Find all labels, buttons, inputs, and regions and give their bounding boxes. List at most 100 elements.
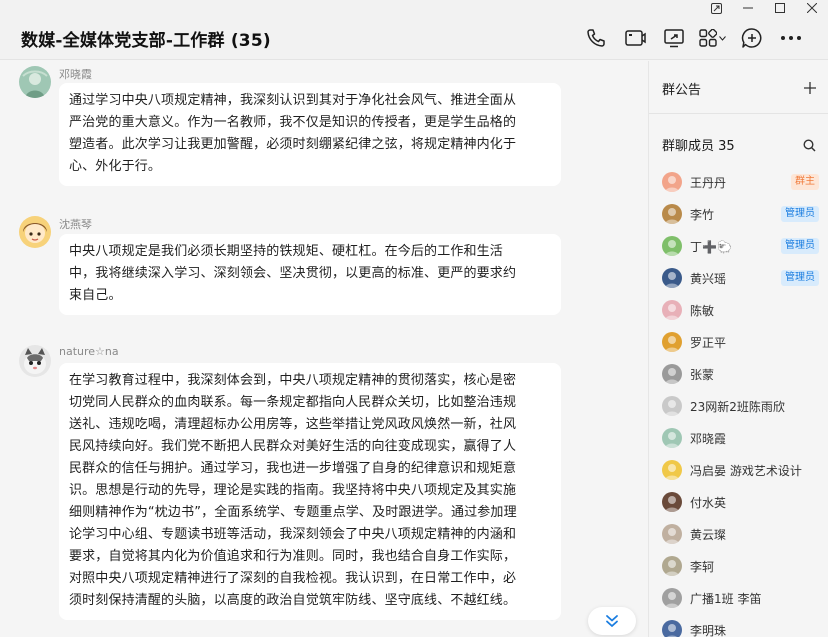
member-avatar (662, 524, 682, 544)
more-options-icon[interactable] (771, 24, 810, 52)
voice-call-icon[interactable] (576, 24, 615, 52)
member-name: 冯启晏 游戏艺术设计 (690, 463, 802, 478)
member-item[interactable]: 邓晓霞 (649, 422, 828, 454)
chevron-down-icon (719, 35, 726, 41)
member-name: 陈敏 (690, 303, 715, 318)
pin-window-icon[interactable] (700, 0, 732, 16)
close-icon[interactable] (796, 0, 828, 16)
maximize-icon[interactable] (764, 0, 796, 16)
window-controls (700, 0, 828, 16)
member-name: 王丹丹 (690, 175, 727, 190)
message-line: 识。思想是行动的先导，理论是实践的指南。我坚持将中央八项规定及其实施 (69, 483, 517, 498)
member-item[interactable]: 付水英 (649, 486, 828, 518)
member-name: 黄兴瑶 (690, 271, 727, 286)
member-name: 罗正平 (690, 335, 727, 350)
member-item[interactable]: 李明珠 (649, 614, 828, 637)
member-item[interactable]: 陈敏 (649, 294, 828, 326)
member-name: 李明珠 (690, 623, 727, 637)
member-item[interactable]: 罗正平 (649, 326, 828, 358)
owner-badge: 群主 (791, 174, 819, 190)
member-item[interactable]: 李竹 管理员 (649, 198, 828, 230)
member-avatar (662, 492, 682, 512)
message-line: 送礼、违规吃喝，清理超标办公用房等，这些举措让党风政风焕然一新，社风 (69, 417, 517, 432)
message-line: 须时刻保持清醒的头脑，以高度的政治自觉筑牢防线、坚守底线、不越红线。 (69, 593, 517, 608)
member-avatar (662, 172, 682, 192)
avatar[interactable] (19, 66, 51, 98)
message-line: 论学习中心组、专题读书班等活动，我深刻领会了中央八项规定精神的内涵和 (69, 527, 517, 542)
chat-header: 数媒-全媒体党支部-工作群 (35) (0, 16, 828, 60)
message-line: 严治党的重大意义。作为一名教师，我不仅是知识的传授者，更是学生品格的 (69, 115, 517, 130)
member-avatar (662, 364, 682, 384)
message-sender: 邓晓霞 (59, 68, 92, 81)
message-line: 在学习教育过程中，我深刻体会到，中央八项规定精神的贯彻落实，核心是密 (69, 373, 517, 388)
avatar[interactable] (19, 216, 51, 248)
message-line: 对照中央八项规定精神进行了深刻的自我检视。我认识到，在日常工作中，必 (69, 571, 517, 586)
member-name: 黄云璨 (690, 527, 727, 542)
apps-menu-button[interactable] (693, 24, 732, 52)
message-line: 心、外化于行。 (69, 159, 162, 174)
member-item[interactable]: 23网新2班陈雨欣 (649, 390, 828, 422)
member-avatar (662, 204, 682, 224)
message-sender: nature☆na (59, 345, 119, 358)
message-line: 民风持续向好。我们党不断把人民群众对美好生活的向往变成现实，赢得了人 (69, 439, 517, 454)
message-line: 通过学习中央八项规定精神，我深刻认识到其对于净化社会风气、推进全面从 (69, 93, 517, 108)
members-title: 群聊成员 35 (662, 139, 735, 154)
message-line: 细则精神作为“枕边书”，全面系统学、专题重点学、及时跟进学。通过参加理 (69, 505, 517, 520)
member-avatar (662, 300, 682, 320)
message-line: 要求，自觉将其内化为价值追求和行为准则。同时，我也结合自身工作实际， (69, 549, 517, 564)
member-name: 邓晓霞 (690, 431, 727, 446)
message-line: 中央八项规定是我们必须长期坚持的铁规矩、硬杠杠。在今后的工作和生活 (69, 244, 503, 259)
member-item[interactable]: 黄兴瑶 管理员 (649, 262, 828, 294)
window-titlebar (0, 0, 828, 16)
member-item[interactable]: 张蒙 (649, 358, 828, 390)
member-name: 广播1班 李笛 (690, 591, 762, 606)
admin-badge: 管理员 (781, 270, 819, 286)
message-line: 民群众的信任与拥护。通过学习，我也进一步增强了自身的纪律意识和规矩意 (69, 461, 517, 476)
member-avatar (662, 428, 682, 448)
member-avatar (662, 236, 682, 256)
add-chat-icon[interactable] (732, 24, 771, 52)
admin-badge: 管理员 (781, 206, 819, 222)
search-icon (803, 139, 816, 152)
member-name: 丁➕🐑 (690, 239, 732, 254)
avatar[interactable] (19, 345, 51, 377)
divider (649, 113, 828, 114)
member-item[interactable]: 冯启晏 游戏艺术设计 (649, 454, 828, 486)
member-search-button[interactable] (803, 137, 816, 156)
member-avatar (662, 332, 682, 352)
message-bubble[interactable]: 在学习教育过程中，我深刻体会到，中央八项规定精神的贯彻落实，核心是密 切党同人民… (59, 363, 561, 620)
member-item[interactable]: 丁➕🐑 管理员 (649, 230, 828, 262)
member-avatar (662, 268, 682, 288)
member-avatar (662, 556, 682, 576)
group-info-sidebar: 群公告 群聊成员 35 王丹丹 群主 李竹 管理员 丁➕🐑 管理员 黄兴瑶 管理员 陈敏 罗正平张… (648, 61, 828, 637)
plus-icon (804, 82, 816, 94)
video-call-icon[interactable] (615, 24, 654, 52)
message-bubble[interactable]: 通过学习中央八项规定精神，我深刻认识到其对于净化社会风气、推进全面从 严治党的重… (59, 83, 561, 186)
scroll-to-bottom-button[interactable] (588, 607, 636, 635)
minimize-icon[interactable] (732, 0, 764, 16)
message-line: 切党同人民群众的血肉联系。每一条规定都指向人民群众关切，比如整治违规 (69, 395, 517, 410)
member-item[interactable]: 广播1班 李笛 (649, 582, 828, 614)
member-avatar (662, 460, 682, 480)
message-line: 中，我将继续深入学习、深刻领会、坚决贯彻，以更高的标准、更严的要求约 (69, 266, 517, 281)
add-announcement-button[interactable] (804, 79, 816, 98)
chat-message-list[interactable]: 邓晓霞 通过学习中央八项规定精神，我深刻认识到其对于净化社会风气、推进全面从 严… (0, 61, 648, 637)
apps-grid-icon (699, 29, 717, 47)
member-item[interactable]: 王丹丹 群主 (649, 166, 828, 198)
member-name: 李竹 (690, 207, 715, 222)
member-name: 付水英 (690, 495, 727, 510)
member-item[interactable]: 李轲 (649, 550, 828, 582)
member-avatar (662, 620, 682, 637)
member-avatar (662, 588, 682, 608)
member-name: 李轲 (690, 559, 715, 574)
admin-badge: 管理员 (781, 238, 819, 254)
double-chevron-down-icon (606, 615, 618, 627)
chat-title: 数媒-全媒体党支部-工作群 (35) (21, 31, 271, 51)
message-sender: 沈燕琴 (59, 218, 92, 231)
screen-share-icon[interactable] (654, 24, 693, 52)
member-item[interactable]: 黄云璨 (649, 518, 828, 550)
message-bubble[interactable]: 中央八项规定是我们必须长期坚持的铁规矩、硬杠杠。在今后的工作和生活 中，我将继续… (59, 234, 561, 315)
header-actions (576, 24, 810, 52)
member-avatar (662, 396, 682, 416)
message-line: 束自己。 (69, 288, 122, 303)
